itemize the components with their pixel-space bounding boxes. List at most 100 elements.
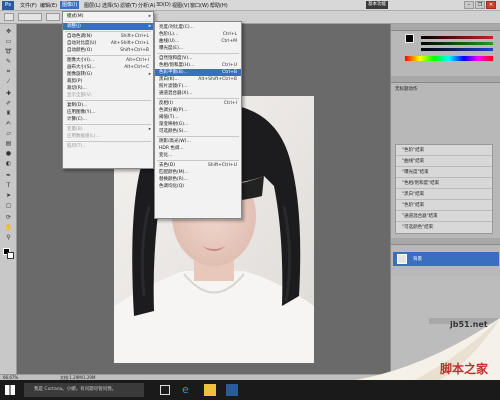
menu-item-adjustments[interactable]: 调整(J) ▸ xyxy=(63,23,153,30)
quick-select-tool-icon[interactable]: ✎ xyxy=(4,58,13,66)
menu-item-vibrance[interactable]: 自然饱和度(V)... xyxy=(155,55,241,62)
menu-item-exposure[interactable]: 曝光度(E)... xyxy=(155,45,241,52)
green-slider[interactable] xyxy=(421,42,493,45)
menu-analysis[interactable]: 分析(A) xyxy=(138,2,155,9)
menu-item-shadows-highlights[interactable]: 阴影/高光(W)... xyxy=(155,138,241,145)
selection-mode-buttons[interactable] xyxy=(18,13,42,21)
blue-slider[interactable] xyxy=(421,48,493,51)
brush-tool-icon[interactable]: ✐ xyxy=(4,100,13,108)
zoom-tool-icon[interactable]: ⚲ xyxy=(4,234,13,242)
action-item[interactable]: "曲线"结束 xyxy=(396,156,492,167)
action-item[interactable]: "色阶"结束 xyxy=(396,200,492,211)
menu-item-hdr-toning[interactable]: HDR 色调... xyxy=(155,145,241,152)
menu-item-auto-color[interactable]: 自动颜色(O) Shift+Ctrl+B xyxy=(63,47,153,54)
menu-item-curves[interactable]: 曲线(U)... Ctrl+M xyxy=(155,38,241,45)
menu-item-trap[interactable]: 陷印(T)... xyxy=(63,143,153,150)
eyedropper-tool-icon[interactable]: ⁄ xyxy=(4,78,13,86)
stamp-tool-icon[interactable]: ♜ xyxy=(4,110,13,118)
shape-tool-icon[interactable]: ▢ xyxy=(4,202,13,210)
color-spectrum-bar[interactable] xyxy=(405,56,493,61)
menu-filter[interactable]: 滤镜(T) xyxy=(120,2,137,9)
menu-item-calculations[interactable]: 计算(C)... xyxy=(63,116,153,123)
action-item[interactable]: "色相/饱和度"结束 xyxy=(396,178,492,189)
menu-file[interactable]: 文件(F) xyxy=(20,2,37,9)
hand-tool-icon[interactable]: ✋ xyxy=(4,224,13,232)
menu-item-invert[interactable]: 反相(I) Ctrl+I xyxy=(155,100,241,107)
menu-item-replace-color[interactable]: 替换颜色(R)... xyxy=(155,176,241,183)
menu-edit[interactable]: 编辑(E) xyxy=(40,2,57,9)
healing-tool-icon[interactable]: ✚ xyxy=(4,90,13,98)
menu-item-levels[interactable]: 色阶(L)... Ctrl+L xyxy=(155,31,241,38)
type-tool-icon[interactable]: T xyxy=(4,182,13,190)
feather-field[interactable] xyxy=(46,13,60,21)
restore-button[interactable]: ❐ xyxy=(475,1,485,9)
menu-item-auto-contrast[interactable]: 自动对比度(U) Alt+Shift+Ctrl+L xyxy=(63,40,153,47)
edge-browser-icon[interactable]: e xyxy=(182,384,194,396)
menu-item-trim[interactable]: 裁切(R)... xyxy=(63,85,153,92)
task-view-icon[interactable] xyxy=(160,385,170,395)
move-tool-icon[interactable]: ✥ xyxy=(4,28,13,36)
menu-item-selective-color[interactable]: 可选颜色(S)... xyxy=(155,128,241,135)
pen-tool-icon[interactable]: ✒ xyxy=(4,172,13,180)
action-item[interactable]: "黑白"结束 xyxy=(396,189,492,200)
adjustments-panel-tabs[interactable] xyxy=(391,76,500,83)
gradient-tool-icon[interactable]: ▤ xyxy=(4,140,13,148)
menu-item-match-color[interactable]: 匹配颜色(M)... xyxy=(155,169,241,176)
menu-item-gradient-map[interactable]: 渐变映射(G)... xyxy=(155,121,241,128)
menu-item-variables[interactable]: 变量(B) ▸ xyxy=(63,126,153,133)
menu-item-variations[interactable]: 变化... xyxy=(155,152,241,159)
action-item[interactable]: "曝光度"结束 xyxy=(396,167,492,178)
action-item[interactable]: "通道混合器"结束 xyxy=(396,211,492,222)
blur-tool-icon[interactable]: ● xyxy=(4,150,13,158)
path-select-tool-icon[interactable]: ➤ xyxy=(4,192,13,200)
menu-item-apply-data-set[interactable]: 应用数据组(L)... xyxy=(63,133,153,140)
file-explorer-icon[interactable] xyxy=(204,384,216,396)
workspace-button[interactable]: 基本功能 xyxy=(366,1,388,9)
menu-item-crop[interactable]: 裁剪(P) xyxy=(63,78,153,85)
menu-item-black-white[interactable]: 黑白(K)... Alt+Shift+Ctrl+B xyxy=(155,76,241,83)
action-item[interactable]: "可选颜色"结束 xyxy=(396,222,492,233)
menu-item-threshold[interactable]: 阈值(T)... xyxy=(155,114,241,121)
menu-item-mode[interactable]: 模式(M) ▸ xyxy=(63,13,153,20)
windows-start-icon[interactable] xyxy=(5,385,15,395)
menu-select[interactable]: 选择(S) xyxy=(102,2,119,9)
tool-preset-icon[interactable] xyxy=(4,13,14,21)
color-panel-tabs[interactable] xyxy=(391,24,500,31)
menu-3d[interactable]: 3D(D) xyxy=(156,2,171,8)
menu-item-brightness-contrast[interactable]: 亮度/对比度(C)... xyxy=(155,24,241,31)
menu-item-canvas-size[interactable]: 画布大小(S)... Alt+Ctrl+C xyxy=(63,64,153,71)
dodge-tool-icon[interactable]: ◐ xyxy=(4,160,13,168)
layers-panel-tabs[interactable] xyxy=(391,238,500,245)
panel-foreground-swatch[interactable] xyxy=(405,34,414,43)
marquee-tool-icon[interactable]: ▭ xyxy=(4,38,13,46)
menu-item-reveal-all[interactable]: 显示全部(V) xyxy=(63,92,153,99)
layer-row-background[interactable]: 背景 xyxy=(393,252,499,266)
menu-item-hue-saturation[interactable]: 色相/饱和度(H)... Ctrl+U xyxy=(155,62,241,69)
menu-item-duplicate[interactable]: 复制(D)... xyxy=(63,102,153,109)
background-color-swatch[interactable] xyxy=(7,252,14,259)
menu-item-apply-image[interactable]: 应用图像(Y)... xyxy=(63,109,153,116)
menu-item-color-balance[interactable]: 色彩平衡(B)... Ctrl+B xyxy=(155,69,241,76)
menu-item-image-size[interactable]: 图像大小(I)... Alt+Ctrl+I xyxy=(63,57,153,64)
menu-item-auto-tone[interactable]: 自动色调(N) Shift+Ctrl+L xyxy=(63,33,153,40)
photoshop-taskbar-icon[interactable] xyxy=(226,384,238,396)
3d-rotate-tool-icon[interactable]: ⟳ xyxy=(4,214,13,222)
menu-item-image-rotation[interactable]: 图像旋转(G) ▸ xyxy=(63,71,153,78)
action-item[interactable]: "色阶"结束 xyxy=(396,145,492,156)
cortana-search-box[interactable]: 我是 Cortana。小娜。有问题尽管问我。 xyxy=(24,383,144,397)
menu-view[interactable]: 视图(V) xyxy=(172,2,189,9)
red-slider[interactable] xyxy=(421,36,493,39)
history-brush-icon[interactable]: ✍ xyxy=(4,120,13,128)
menu-window[interactable]: 窗口(W) xyxy=(190,2,209,9)
close-button[interactable]: ✕ xyxy=(486,1,496,9)
menu-help[interactable]: 帮助(H) xyxy=(210,2,228,9)
lasso-tool-icon[interactable]: ➰ xyxy=(4,48,13,56)
eraser-tool-icon[interactable]: ▱ xyxy=(4,130,13,138)
menu-image[interactable]: 图像(I) xyxy=(60,1,80,9)
menu-item-desaturate[interactable]: 去色(D) Shift+Ctrl+U xyxy=(155,162,241,169)
minimize-button[interactable]: – xyxy=(464,1,474,9)
menu-layer[interactable]: 图层(L) xyxy=(84,2,101,9)
menu-item-channel-mixer[interactable]: 通道混合器(X)... xyxy=(155,90,241,97)
menu-item-posterize[interactable]: 色调分离(P)... xyxy=(155,107,241,114)
menu-item-photo-filter[interactable]: 照片滤镜(F)... xyxy=(155,83,241,90)
